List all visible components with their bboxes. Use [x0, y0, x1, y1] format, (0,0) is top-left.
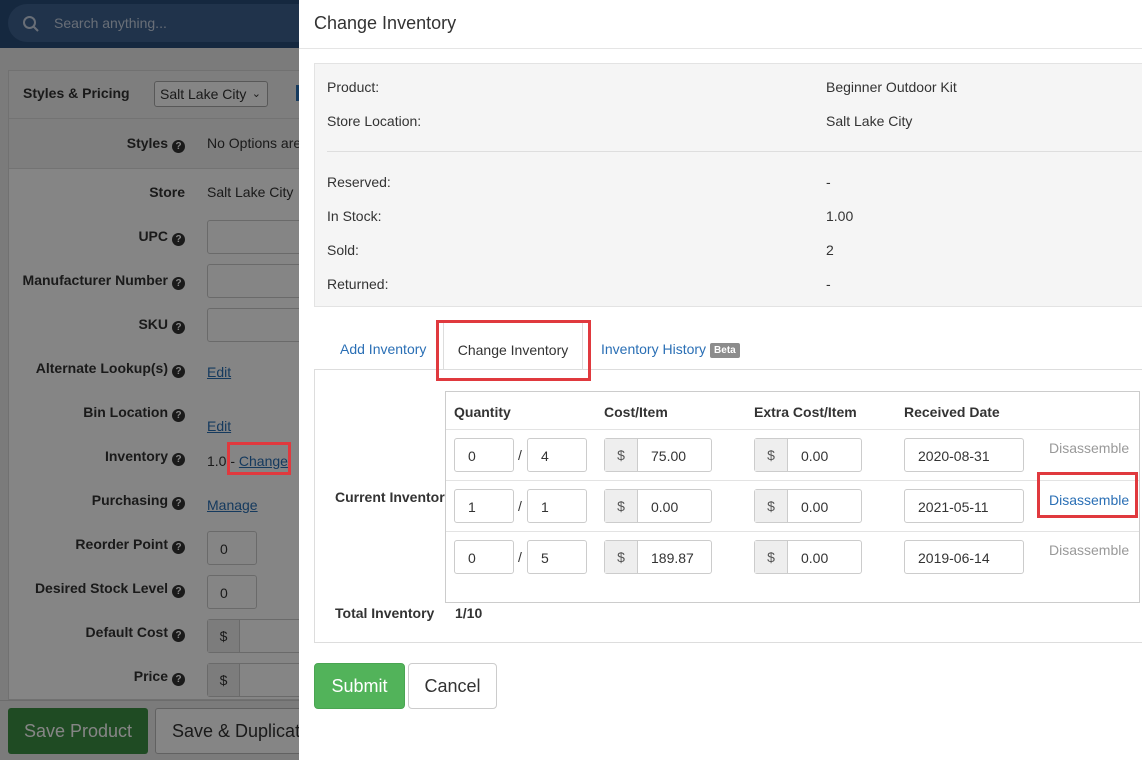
extra-cost-input[interactable]: $0.00 — [754, 540, 862, 574]
extra-cost-value: 0.00 — [801, 448, 829, 464]
info-label: In Stock: — [327, 208, 382, 224]
quantity-separator: / — [518, 447, 522, 463]
change-inventory-panel: Current Inventory Quantity Cost/Item Ext… — [314, 369, 1142, 643]
quantity-total: 4 — [527, 438, 587, 472]
quantity-input[interactable]: 1 — [454, 489, 514, 523]
info-reserved: Reserved: - — [315, 166, 1142, 196]
current-inventory-label: Current Inventory — [335, 489, 453, 505]
info-label: Product: — [327, 79, 380, 95]
tab-label: Inventory History — [601, 341, 707, 357]
info-label: Reserved: — [327, 174, 391, 190]
info-in-stock: In Stock: 1.00 — [315, 200, 1142, 230]
cost-input[interactable]: $0.00 — [604, 489, 712, 523]
info-value: - — [826, 276, 831, 292]
extra-cost-input[interactable]: $0.00 — [754, 438, 862, 472]
column-header: Extra Cost/Item — [754, 404, 857, 420]
change-inventory-modal: Change Inventory Product: Beginner Outdo… — [299, 0, 1142, 760]
cost-input[interactable]: $189.87 — [604, 540, 712, 574]
cost-value: 0.00 — [651, 499, 679, 515]
info-product: Product: Beginner Outdoor Kit — [315, 71, 1142, 101]
highlight-box — [1037, 472, 1138, 518]
currency-addon: $ — [605, 439, 638, 471]
received-date-input[interactable]: 2021-05-11 — [904, 489, 1024, 523]
currency-addon: $ — [605, 490, 638, 522]
received-date-input[interactable]: 2020-08-31 — [904, 438, 1024, 472]
highlight-box — [436, 320, 591, 381]
table-row: 0 / 5 $189.87 $0.00 2019-06-14 Disassemb… — [446, 531, 1139, 582]
divider — [327, 151, 1142, 152]
quantity-total: 5 — [527, 540, 587, 574]
tab-inventory-history[interactable]: Inventory History Beta — [601, 320, 740, 370]
divider — [299, 48, 1142, 49]
beta-badge: Beta — [710, 343, 740, 358]
cost-input[interactable]: $75.00 — [604, 438, 712, 472]
extra-cost-value: 0.00 — [801, 550, 829, 566]
info-value: - — [826, 174, 831, 190]
info-value: Beginner Outdoor Kit — [826, 79, 957, 95]
info-value: Salt Lake City — [826, 113, 913, 129]
info-label: Sold: — [327, 242, 359, 258]
info-label: Store Location: — [327, 113, 422, 129]
tab-add-inventory[interactable]: Add Inventory — [340, 320, 426, 370]
quantity-input[interactable]: 0 — [454, 540, 514, 574]
info-value: 2 — [826, 242, 834, 258]
column-header: Quantity — [454, 404, 511, 420]
quantity-total: 1 — [527, 489, 587, 523]
currency-addon: $ — [605, 541, 638, 573]
highlight-box — [227, 442, 291, 475]
cancel-button[interactable]: Cancel — [408, 663, 497, 709]
extra-cost-value: 0.00 — [801, 499, 829, 515]
currency-addon: $ — [755, 541, 788, 573]
total-inventory-label: Total Inventory — [335, 605, 435, 621]
product-info-panel: Product: Beginner Outdoor Kit Store Loca… — [314, 63, 1142, 307]
total-inventory-value: 1/10 — [455, 605, 483, 621]
table-row: 0 / 4 $75.00 $0.00 2020-08-31 Disassembl… — [446, 429, 1139, 480]
received-date-input[interactable]: 2019-06-14 — [904, 540, 1024, 574]
submit-button[interactable]: Submit — [314, 663, 405, 709]
extra-cost-input[interactable]: $0.00 — [754, 489, 862, 523]
column-header: Received Date — [904, 404, 1000, 420]
table-row: 1 / 1 $0.00 $0.00 2021-05-11 Disassemble — [446, 480, 1139, 531]
disassemble-button: Disassemble — [1049, 542, 1130, 558]
disassemble-button: Disassemble — [1049, 440, 1130, 456]
currency-addon: $ — [755, 439, 788, 471]
quantity-separator: / — [518, 498, 522, 514]
inventory-table: Quantity Cost/Item Extra Cost/Item Recei… — [445, 391, 1140, 603]
modal-title: Change Inventory — [314, 13, 457, 33]
quantity-separator: / — [518, 549, 522, 565]
currency-addon: $ — [755, 490, 788, 522]
quantity-input[interactable]: 0 — [454, 438, 514, 472]
column-header: Cost/Item — [604, 404, 668, 420]
info-value: 1.00 — [826, 208, 854, 224]
cost-value: 189.87 — [651, 550, 694, 566]
info-label: Returned: — [327, 276, 389, 292]
info-sold: Sold: 2 — [315, 234, 1142, 264]
cost-value: 75.00 — [651, 448, 687, 464]
info-returned: Returned: - — [315, 268, 1142, 298]
info-store-location: Store Location: Salt Lake City — [315, 105, 1142, 135]
